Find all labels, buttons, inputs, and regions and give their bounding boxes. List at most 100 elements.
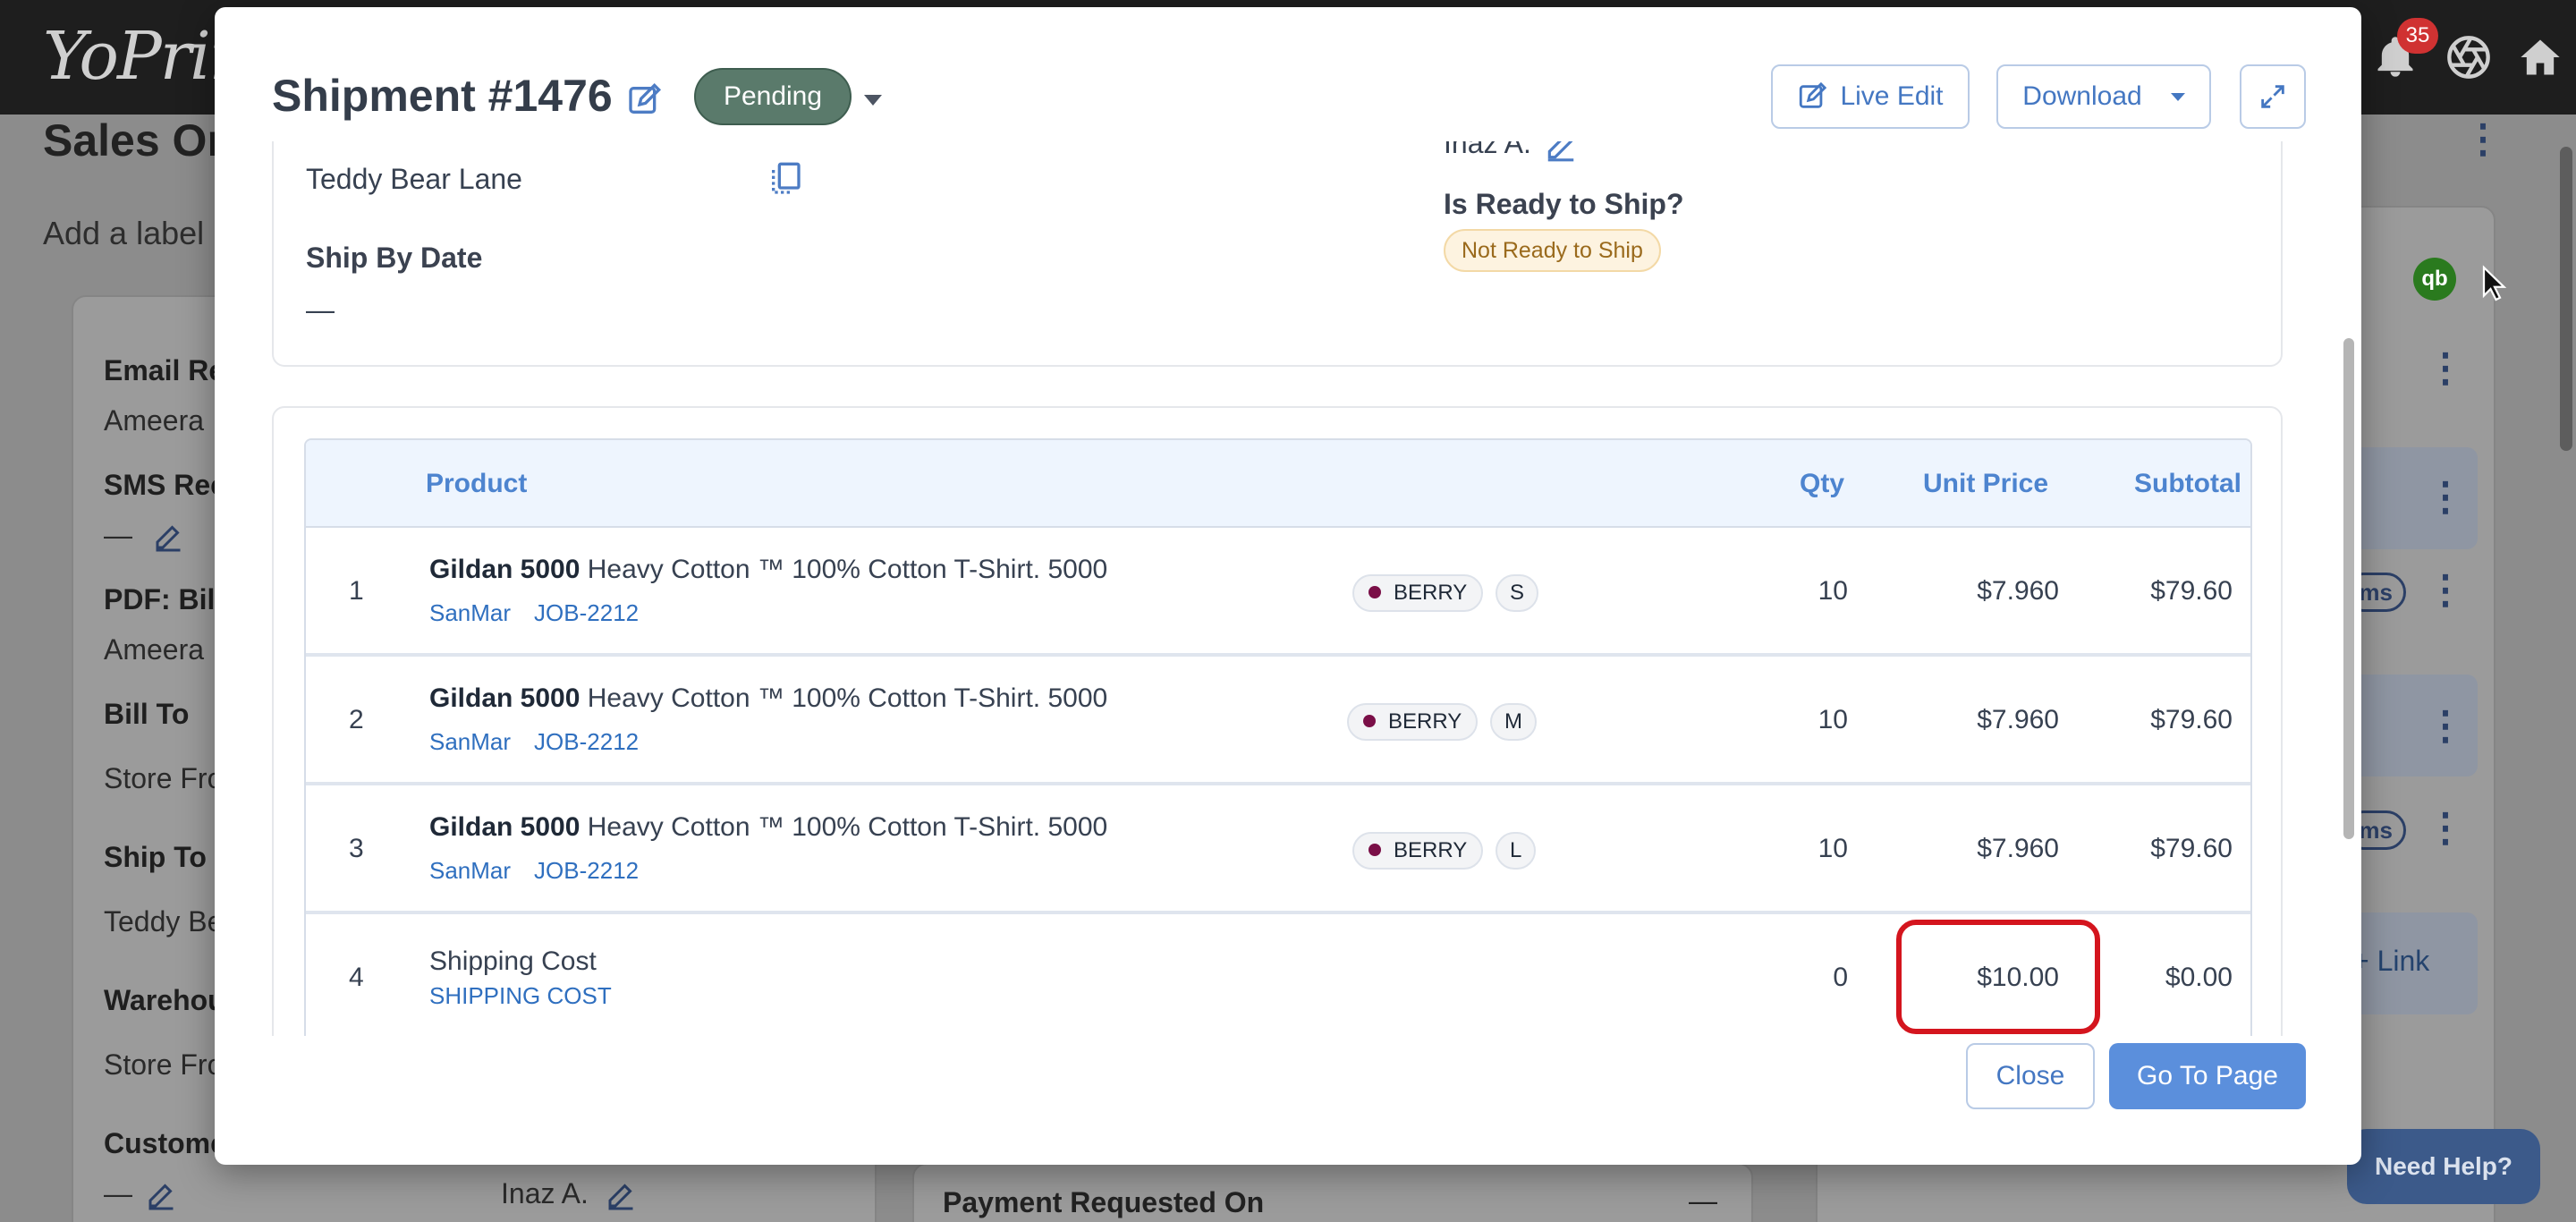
product-code: SHIPPING COST: [429, 982, 612, 1009]
page-scrollbar[interactable]: [2560, 147, 2572, 451]
modal-scrollbar[interactable]: [2343, 338, 2354, 839]
warehouse-value: Store Fro: [104, 1048, 224, 1081]
aperture-icon[interactable]: [2445, 34, 2492, 81]
pdf-value: Ameera: [104, 633, 205, 666]
table-row[interactable]: 3 Gildan 5000 Heavy Cotton ™ 100% Cotton…: [306, 785, 2250, 914]
product-brand: Gildan 5000: [429, 555, 580, 584]
size-chip: L: [1496, 832, 1537, 870]
go-to-page-button[interactable]: Go To Page: [2109, 1043, 2306, 1109]
chevron-down-icon: [2170, 92, 2185, 101]
job-link[interactable]: JOB-2212: [534, 857, 639, 884]
modal-title: Shipment #1476: [272, 71, 613, 121]
email-value: Ameera: [104, 404, 205, 437]
size-chip: M: [1490, 703, 1537, 741]
ready-to-ship-label: Is Ready to Ship?: [1444, 188, 1684, 220]
qty-value: 10: [1818, 705, 1848, 734]
row-number: 3: [349, 834, 364, 863]
customer-label: Custome: [104, 1127, 226, 1159]
status-dropdown-icon[interactable]: [864, 95, 882, 106]
supplier-link[interactable]: SanMar: [429, 857, 511, 884]
link-button[interactable]: + Link: [2352, 945, 2429, 978]
expand-button[interactable]: [2240, 64, 2306, 129]
modal-body[interactable]: Teddy Bear Lane Ship By Date — Inaz A. I…: [272, 141, 2295, 1036]
ship-to-label: Ship To: [104, 841, 207, 873]
assignee-name: Inaz A.: [1444, 141, 1531, 159]
live-edit-label: Live Edit: [1840, 81, 1944, 111]
color-swatch: [1363, 714, 1376, 727]
qty-value: 10: [1818, 834, 1848, 863]
sms-label: SMS Rec: [104, 469, 226, 501]
payment-requested-value: —: [1689, 1184, 1717, 1217]
shipment-info-card: Teddy Bear Lane Ship By Date — Inaz A. I…: [272, 141, 2283, 367]
edit-icon[interactable]: [145, 1179, 177, 1211]
more-options-icon[interactable]: ⋮: [2426, 805, 2465, 851]
add-label-link[interactable]: Add a label: [43, 215, 204, 252]
supplier-link[interactable]: SanMar: [429, 728, 511, 755]
edit-title-icon[interactable]: [626, 82, 662, 118]
sms-value: —: [104, 519, 132, 551]
color-name: BERRY: [1388, 709, 1462, 734]
notification-count-badge: 35: [2397, 18, 2438, 54]
product-name: Gildan 5000 Heavy Cotton ™ 100% Cotton T…: [429, 555, 1107, 585]
payment-requested-label: Payment Requested On: [943, 1186, 1265, 1218]
unit-price-value: $7.960: [1977, 576, 2059, 606]
status-badge[interactable]: Pending: [694, 68, 852, 125]
product-description: Heavy Cotton ™ 100% Cotton T-Shirt. 5000: [587, 683, 1108, 713]
modal-header: Shipment #1476 Pending Live Edit Downloa…: [215, 7, 2361, 141]
supplier-link[interactable]: SanMar: [429, 599, 511, 626]
ship-by-date-value: —: [306, 293, 335, 326]
job-link[interactable]: JOB-2212: [534, 599, 639, 626]
need-help-button[interactable]: Need Help?: [2347, 1129, 2540, 1204]
pdf-label: PDF: Bill: [104, 583, 224, 615]
email-label: Email Re: [104, 354, 225, 386]
subtotal-value: $0.00: [2165, 963, 2233, 992]
color-name: BERRY: [1394, 581, 1468, 605]
job-link[interactable]: JOB-2212: [534, 728, 639, 755]
more-options-icon[interactable]: ⋮: [2426, 474, 2465, 520]
table-header: Product Qty Unit Price Subtotal: [306, 440, 2250, 528]
product-column-header[interactable]: Product: [426, 469, 527, 499]
more-options-icon[interactable]: ⋮: [2426, 567, 2465, 613]
table-row[interactable]: 1 Gildan 5000 Heavy Cotton ™ 100% Cotton…: [306, 528, 2250, 657]
download-button[interactable]: Download: [1996, 64, 2211, 129]
subtotal-column-header[interactable]: Subtotal: [2134, 469, 2241, 499]
product-meta: SanMar JOB-2212: [429, 857, 639, 885]
warehouse-label: Warehou: [104, 984, 225, 1016]
copy-icon[interactable]: [767, 159, 803, 199]
qty-value: 0: [1833, 963, 1848, 992]
more-options-icon[interactable]: ⋮: [2426, 703, 2465, 749]
table-row[interactable]: 2 Gildan 5000 Heavy Cotton ™ 100% Cotton…: [306, 657, 2250, 785]
expand-icon: [2261, 85, 2284, 108]
unit-price-value: $7.960: [1977, 705, 2059, 734]
more-options-icon[interactable]: ⋮: [2426, 345, 2465, 391]
product-description: Heavy Cotton ™ 100% Cotton T-Shirt. 5000: [587, 555, 1108, 584]
edit-assignee-icon[interactable]: [1544, 141, 1578, 163]
edit-icon[interactable]: [152, 521, 184, 553]
product-brand: Gildan 5000: [429, 812, 580, 842]
close-button[interactable]: Close: [1966, 1043, 2095, 1109]
color-chip: BERRY: [1347, 703, 1479, 741]
product-meta: SanMar JOB-2212: [429, 599, 639, 627]
color-swatch: [1368, 585, 1381, 598]
bill-to-value: Store Fro: [104, 762, 224, 794]
shipment-modal: Shipment #1476 Pending Live Edit Downloa…: [215, 7, 2361, 1165]
product-name: Gildan 5000 Heavy Cotton ™ 100% Cotton T…: [429, 812, 1107, 843]
live-edit-button[interactable]: Live Edit: [1771, 64, 1970, 129]
quickbooks-icon[interactable]: qb: [2413, 258, 2456, 301]
subtotal-value: $79.60: [2150, 705, 2233, 734]
customer-value: —: [104, 1177, 132, 1209]
qty-value: 10: [1818, 576, 1848, 606]
color-swatch: [1368, 843, 1381, 856]
row-number: 4: [349, 963, 364, 992]
qty-column-header[interactable]: Qty: [1800, 469, 1844, 499]
unit-price-column-header[interactable]: Unit Price: [1923, 469, 2048, 499]
ship-to-value: Teddy Be: [104, 905, 224, 938]
product-name: Shipping Cost: [429, 946, 597, 976]
more-options-icon[interactable]: ⋮: [2463, 116, 2503, 162]
color-name: BERRY: [1394, 838, 1468, 862]
edit-icon[interactable]: [605, 1179, 637, 1211]
assignee-value: Inaz A.: [501, 1177, 589, 1209]
ship-to-address: Teddy Bear Lane: [306, 163, 522, 195]
home-icon[interactable]: [2517, 34, 2563, 81]
subtotal-value: $79.60: [2150, 834, 2233, 863]
